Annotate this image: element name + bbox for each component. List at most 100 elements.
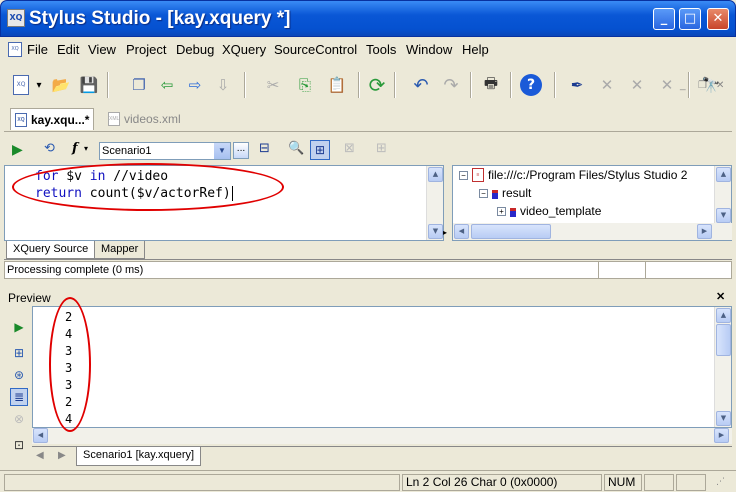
- tab-scenario1[interactable]: Scenario1 [kay.xquery]: [76, 447, 202, 466]
- open-folder-icon[interactable]: 📂: [48, 72, 74, 98]
- preview-hscrollbar[interactable]: ◀ ▶: [32, 428, 732, 444]
- tree-root[interactable]: − ≡ file:///c:/Program Files/Stylus Stud…: [459, 168, 687, 182]
- document-icon[interactable]: XQ: [8, 42, 22, 57]
- scroll-right-icon[interactable]: ▶: [697, 224, 712, 239]
- clear-icon[interactable]: ✕: [654, 72, 680, 98]
- scroll-down-icon[interactable]: ▼: [428, 224, 443, 239]
- copy-icon[interactable]: ⎘: [292, 72, 318, 98]
- result-value: 4: [65, 327, 73, 341]
- result-value: 2: [65, 395, 73, 409]
- maximize-button[interactable]: □: [679, 8, 701, 30]
- zoom-icon[interactable]: 🔍: [288, 141, 304, 156]
- scroll-up-icon[interactable]: ▲: [428, 167, 443, 182]
- tree-view-icon[interactable]: ⊞: [310, 140, 330, 160]
- element-node-icon: [492, 187, 498, 199]
- save-icon[interactable]: 💾: [76, 72, 102, 98]
- redo-icon[interactable]: ↷: [438, 72, 464, 98]
- minimize-button[interactable]: _: [653, 8, 675, 30]
- tree-hscrollbar[interactable]: ◀ ▶: [453, 223, 732, 240]
- paste-icon[interactable]: 📋: [324, 72, 350, 98]
- collapse-icon[interactable]: −: [459, 170, 468, 180]
- validate-icon[interactable]: ✕: [594, 72, 620, 98]
- disabled-view-icon[interactable]: ⊗: [10, 410, 28, 428]
- tab-scroll-left-icon[interactable]: ◀: [36, 450, 44, 461]
- scroll-down-icon[interactable]: ▼: [716, 208, 731, 223]
- collapse-icon[interactable]: −: [479, 188, 488, 198]
- help-icon[interactable]: ?: [518, 72, 544, 98]
- scroll-left-icon[interactable]: ◀: [454, 224, 469, 239]
- result-value: 3: [65, 361, 73, 375]
- close-button[interactable]: ✕: [707, 8, 729, 30]
- scroll-thumb[interactable]: [716, 324, 731, 356]
- menu-debug[interactable]: Debug: [176, 42, 214, 57]
- xquery-editor[interactable]: for $v in //video return count($v/actorRe…: [4, 165, 444, 241]
- new-xquery-icon[interactable]: XQ: [8, 72, 34, 98]
- disabled-grid-icon[interactable]: ⊞: [376, 141, 387, 156]
- file-icon: ≡: [472, 168, 484, 182]
- tab-videos-xml[interactable]: XML videos.xml: [104, 108, 185, 130]
- tab-scroll-right-icon[interactable]: ▶: [58, 450, 66, 461]
- refresh-icon[interactable]: ⟳: [364, 72, 390, 98]
- menu-window[interactable]: Window: [406, 42, 452, 57]
- function-icon[interactable]: f: [72, 141, 78, 156]
- menu-file[interactable]: File: [27, 42, 48, 57]
- scenario-browse-button[interactable]: ...: [233, 142, 249, 159]
- toolbar-separator: [107, 72, 109, 98]
- scenario-select[interactable]: Scenario1 ▼: [99, 142, 231, 160]
- debug-step-icon[interactable]: ⟲: [44, 141, 55, 156]
- cut-icon[interactable]: ✂: [260, 72, 286, 98]
- menu-project[interactable]: Project: [126, 42, 166, 57]
- menu-help[interactable]: Help: [462, 42, 489, 57]
- tree-node-result[interactable]: − result: [479, 186, 531, 200]
- undo-icon[interactable]: ↶: [408, 72, 434, 98]
- disabled-tool-icon[interactable]: ⊠: [344, 141, 355, 156]
- tree-view-icon[interactable]: ⊞: [10, 344, 28, 362]
- cascade-windows-icon[interactable]: ❐: [126, 72, 152, 98]
- export-icon[interactable]: ⇨: [182, 72, 208, 98]
- xquery-file-icon: XQ: [15, 112, 27, 127]
- expand-icon[interactable]: +: [497, 206, 506, 216]
- scroll-down-icon[interactable]: ▼: [716, 411, 731, 426]
- result-value: 2: [65, 310, 73, 324]
- resize-grip-icon[interactable]: ⋰: [716, 477, 725, 487]
- document-tabs: XQ kay.xqu...* XML videos.xml: [4, 104, 732, 132]
- preview-result-icon[interactable]: ⊟: [259, 141, 270, 156]
- preview-close-button[interactable]: ✕: [716, 290, 725, 303]
- scroll-up-icon[interactable]: ▲: [716, 308, 731, 323]
- menu-sourcecontrol[interactable]: SourceControl: [274, 42, 357, 57]
- splitter-arrow-icon[interactable]: ▸: [443, 228, 447, 237]
- pen-icon[interactable]: ✒: [564, 72, 590, 98]
- menu-edit[interactable]: Edit: [57, 42, 79, 57]
- scroll-up-icon[interactable]: ▲: [716, 167, 731, 182]
- editor-scrollbar[interactable]: ▲ ▼: [426, 166, 443, 240]
- find-binoculars-icon[interactable]: 🔭: [698, 72, 724, 98]
- print-icon[interactable]: 🖶: [478, 72, 504, 98]
- status-message: Processing complete (0 ms): [7, 264, 144, 276]
- menu-tools[interactable]: Tools: [366, 42, 396, 57]
- tab-kay-xquery[interactable]: XQ kay.xqu...*: [10, 108, 95, 130]
- tab-xquery-source[interactable]: XQuery Source: [6, 241, 96, 259]
- toolbar-separator: [470, 72, 472, 98]
- save-output-icon[interactable]: ⊡: [10, 436, 28, 454]
- function-dropdown-icon[interactable]: ▾: [84, 144, 88, 153]
- scroll-left-icon[interactable]: ◀: [33, 428, 48, 443]
- scroll-thumb[interactable]: [471, 224, 551, 239]
- menu-xquery[interactable]: XQuery: [222, 42, 266, 57]
- validate-all-icon[interactable]: ✕: [624, 72, 650, 98]
- browser-view-icon[interactable]: ⊛: [10, 366, 28, 384]
- run-preview-icon[interactable]: ▶: [10, 318, 28, 336]
- scroll-right-icon[interactable]: ▶: [714, 428, 729, 443]
- import-icon[interactable]: ⇦: [154, 72, 180, 98]
- code-area[interactable]: for $v in //video return count($v/actorRe…: [35, 168, 233, 202]
- publish-icon[interactable]: ⇩: [210, 72, 236, 98]
- tree-vscrollbar[interactable]: ▲ ▼: [714, 166, 731, 224]
- status-pane: [4, 474, 400, 491]
- preview-vscrollbar[interactable]: ▲ ▼: [714, 307, 731, 427]
- menu-view[interactable]: View: [88, 42, 116, 57]
- text-view-icon[interactable]: ≣: [10, 388, 28, 406]
- run-icon[interactable]: ▶: [12, 142, 23, 158]
- tree-node-video-template[interactable]: + video_template: [497, 204, 601, 218]
- status-pane: [644, 474, 674, 491]
- new-dropdown-icon[interactable]: ▾: [32, 72, 46, 98]
- tab-mapper[interactable]: Mapper: [94, 241, 146, 259]
